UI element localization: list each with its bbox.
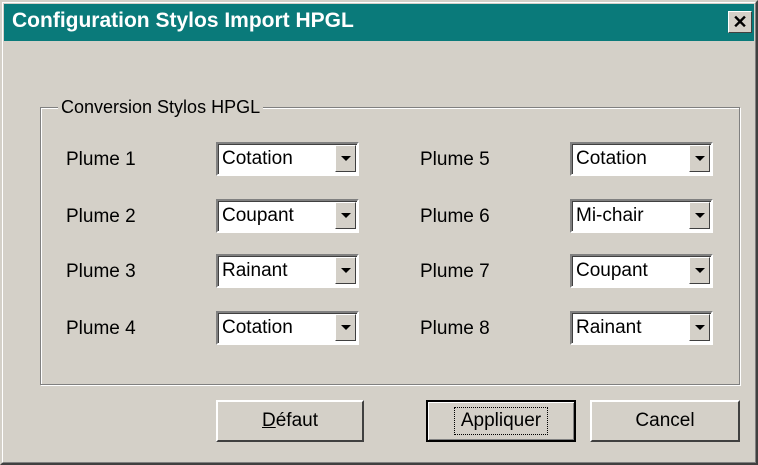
chevron-down-icon [694, 213, 705, 218]
pen-select-4-value: Cotation [222, 317, 293, 338]
cancel-button-label: Cancel [635, 410, 695, 431]
pen-label-5: Plume 5 [420, 149, 490, 170]
pen-label-4: Plume 4 [66, 318, 136, 339]
chevron-down-icon [694, 156, 705, 161]
close-icon: ✕ [732, 12, 748, 32]
default-button[interactable]: Défaut [216, 400, 364, 442]
pen-select-1[interactable]: Cotation [216, 142, 359, 176]
window-title: Configuration Stylos Import HPGL [12, 9, 354, 32]
pen-select-7-value: Coupant [576, 260, 648, 281]
dropdown-button[interactable] [689, 202, 710, 229]
title-bar[interactable]: Configuration Stylos Import HPGL ✕ [4, 4, 754, 41]
pen-select-2[interactable]: Coupant [216, 199, 359, 233]
chevron-down-icon [340, 156, 351, 161]
pen-label-6: Plume 6 [420, 206, 490, 227]
pen-select-6[interactable]: Mi-chair [570, 199, 713, 233]
dropdown-button[interactable] [689, 145, 710, 172]
pen-select-3[interactable]: Rainant [216, 254, 359, 288]
pen-select-6-value: Mi-chair [576, 205, 644, 226]
apply-button[interactable]: Appliquer [426, 400, 576, 442]
dropdown-button[interactable] [689, 314, 710, 341]
pen-label-7: Plume 7 [420, 261, 490, 282]
dropdown-button[interactable] [335, 145, 356, 172]
pen-select-4[interactable]: Cotation [216, 311, 359, 345]
pen-label-8: Plume 8 [420, 318, 490, 339]
pen-select-1-value: Cotation [222, 148, 293, 169]
pen-label-1: Plume 1 [66, 149, 136, 170]
pen-select-8-value: Rainant [576, 317, 642, 338]
default-button-label-rest: éfaut [275, 410, 318, 431]
chevron-down-icon [340, 213, 351, 218]
default-button-mnemonic: D [262, 410, 276, 431]
chevron-down-icon [694, 325, 705, 330]
group-legend: Conversion Stylos HPGL [58, 97, 264, 118]
dropdown-button[interactable] [335, 202, 356, 229]
pen-select-8[interactable]: Rainant [570, 311, 713, 345]
pen-label-3: Plume 3 [66, 261, 136, 282]
pen-select-5[interactable]: Cotation [570, 142, 713, 176]
chevron-down-icon [340, 325, 351, 330]
apply-button-label: Appliquer [453, 407, 549, 435]
chevron-down-icon [694, 268, 705, 273]
chevron-down-icon [340, 268, 351, 273]
pen-label-2: Plume 2 [66, 206, 136, 227]
dropdown-button[interactable] [335, 314, 356, 341]
pen-select-2-value: Coupant [222, 205, 294, 226]
dropdown-button[interactable] [335, 257, 356, 284]
dropdown-button[interactable] [689, 257, 710, 284]
close-button[interactable]: ✕ [728, 11, 752, 33]
cancel-button[interactable]: Cancel [590, 400, 740, 442]
dialog-window: Configuration Stylos Import HPGL ✕ Conve… [0, 0, 758, 465]
pen-select-7[interactable]: Coupant [570, 254, 713, 288]
default-button-label: Défaut [262, 410, 318, 432]
pen-select-3-value: Rainant [222, 260, 288, 281]
pen-select-5-value: Cotation [576, 148, 647, 169]
